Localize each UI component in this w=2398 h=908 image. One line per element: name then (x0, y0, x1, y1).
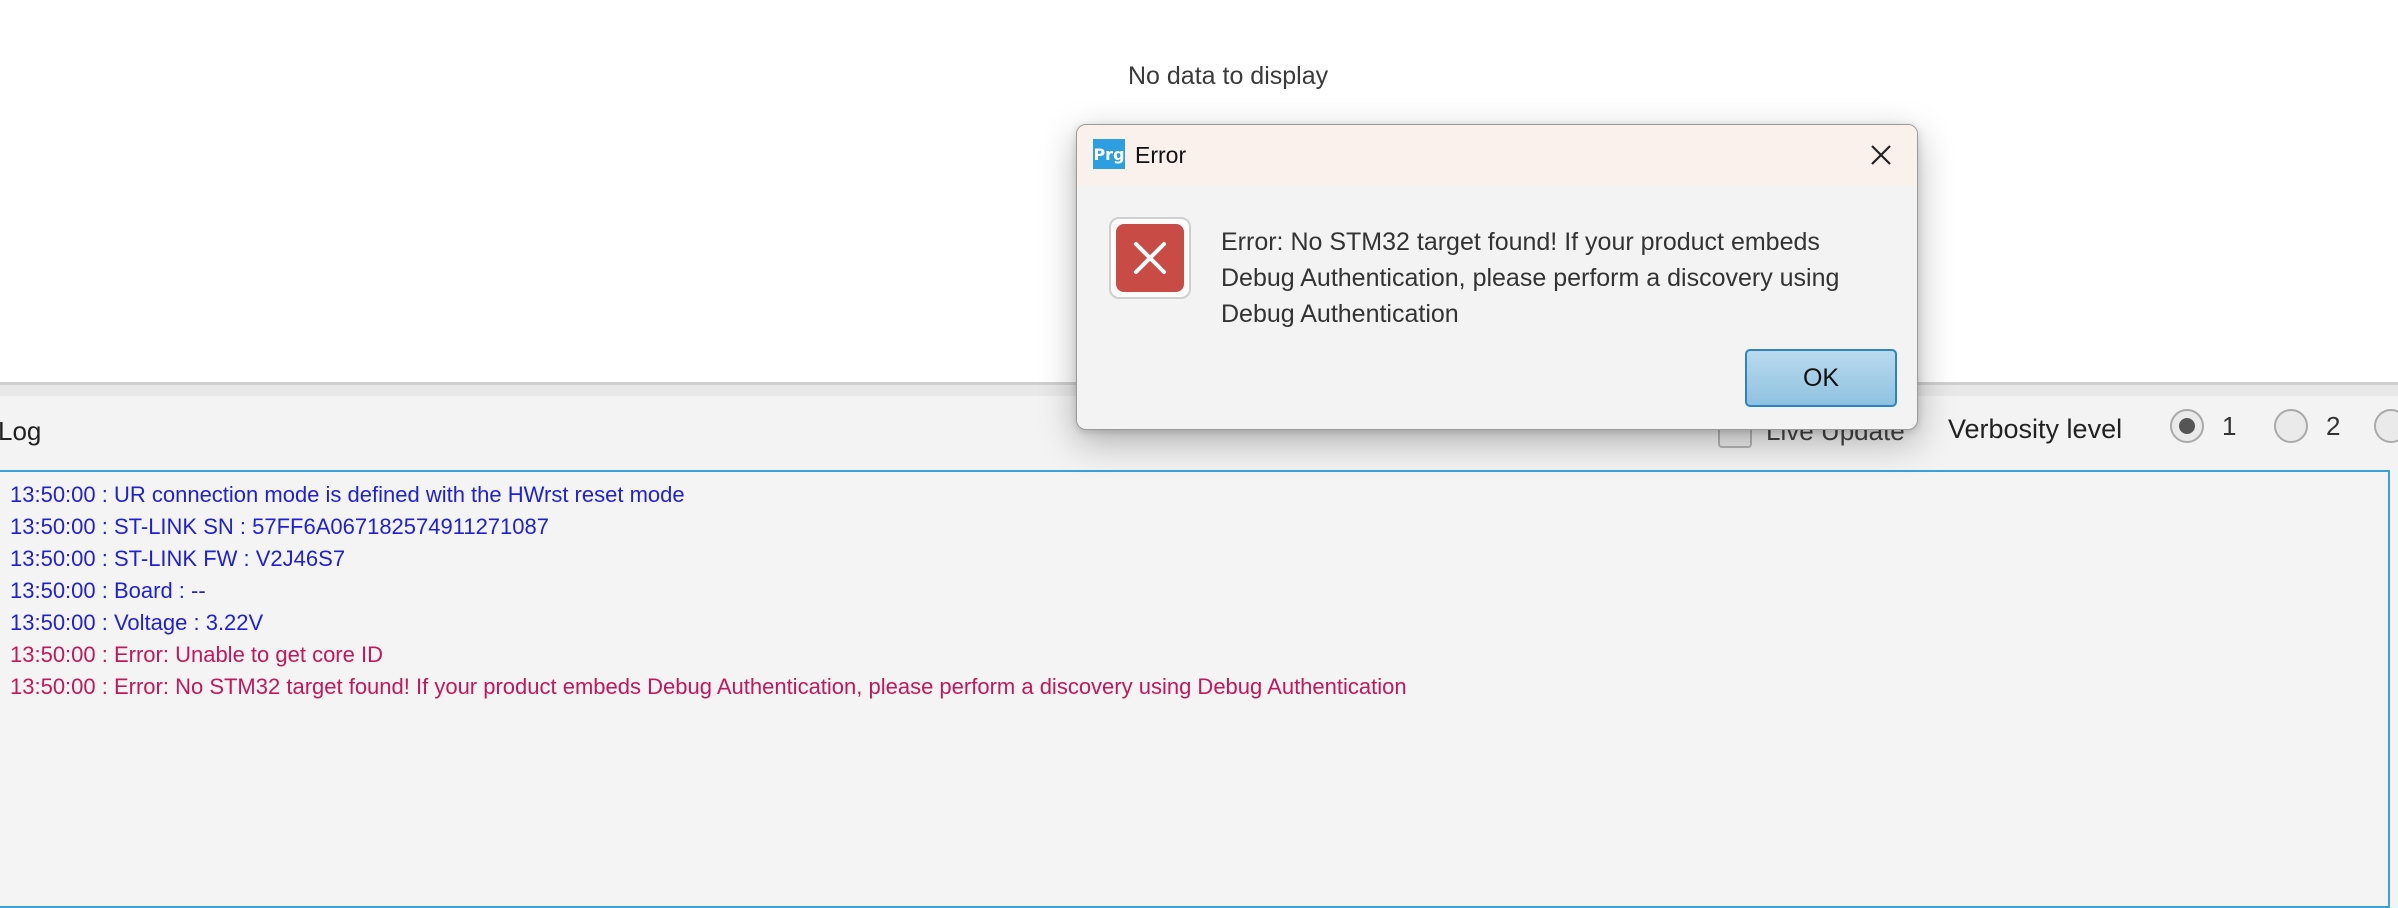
log-line: 13:50:00 : ST-LINK SN : 57FF6A0671825749… (10, 514, 549, 539)
log-title: Log (0, 416, 42, 446)
radio-ring[interactable] (2374, 409, 2398, 443)
verbosity-radio-3[interactable] (2374, 409, 2398, 443)
dialog-title: Error (1135, 142, 1187, 168)
log-output[interactable]: 13:50:00 : UR connection mode is defined… (0, 470, 2390, 908)
verbosity-label: Verbosity level (1948, 414, 2123, 444)
log-line: 13:50:00 : Voltage : 3.22V (10, 610, 264, 635)
radio-ring[interactable] (2170, 409, 2204, 443)
error-icon-frame (1109, 217, 1191, 299)
dialog-titlebar[interactable]: Prg Error (1077, 125, 1917, 185)
verbosity-option-label: 2 (2326, 410, 2341, 441)
verbosity-radio-1[interactable]: 1 (2170, 409, 2236, 443)
verbosity-option-label: 1 (2222, 410, 2237, 441)
x-mark-icon (1134, 242, 1166, 274)
verbosity-radio-2[interactable]: 2 (2274, 409, 2340, 443)
app-window: No data to display Log Live Update Verbo… (0, 0, 2398, 908)
radio-ring[interactable] (2274, 409, 2308, 443)
log-line: 13:50:00 : UR connection mode is defined… (10, 482, 685, 507)
log-panel: Log Live Update Verbosity level 1 2 13:5… (0, 396, 2398, 908)
log-line: 13:50:00 : ST-LINK FW : V2J46S7 (10, 546, 346, 571)
log-line: 13:50:00 : Board : -- (10, 578, 206, 603)
close-icon (1871, 145, 1891, 165)
log-line: 13:50:00 : Error: No STM32 target found!… (10, 674, 1407, 699)
no-data-message: No data to display (1128, 62, 1329, 90)
dialog-message: Error: No STM32 target found! If your pr… (1221, 228, 1840, 328)
radio-selected-dot (2179, 418, 2195, 434)
log-line: 13:50:00 : Error: Unable to get core ID (10, 642, 383, 667)
app-icon: Prg (1093, 139, 1125, 169)
error-dialog: Prg Error Error: No STM32 target found! … (1076, 124, 1918, 430)
ok-button[interactable]: OK (1745, 349, 1897, 407)
close-button[interactable] (1863, 137, 1899, 173)
error-icon (1116, 224, 1184, 292)
